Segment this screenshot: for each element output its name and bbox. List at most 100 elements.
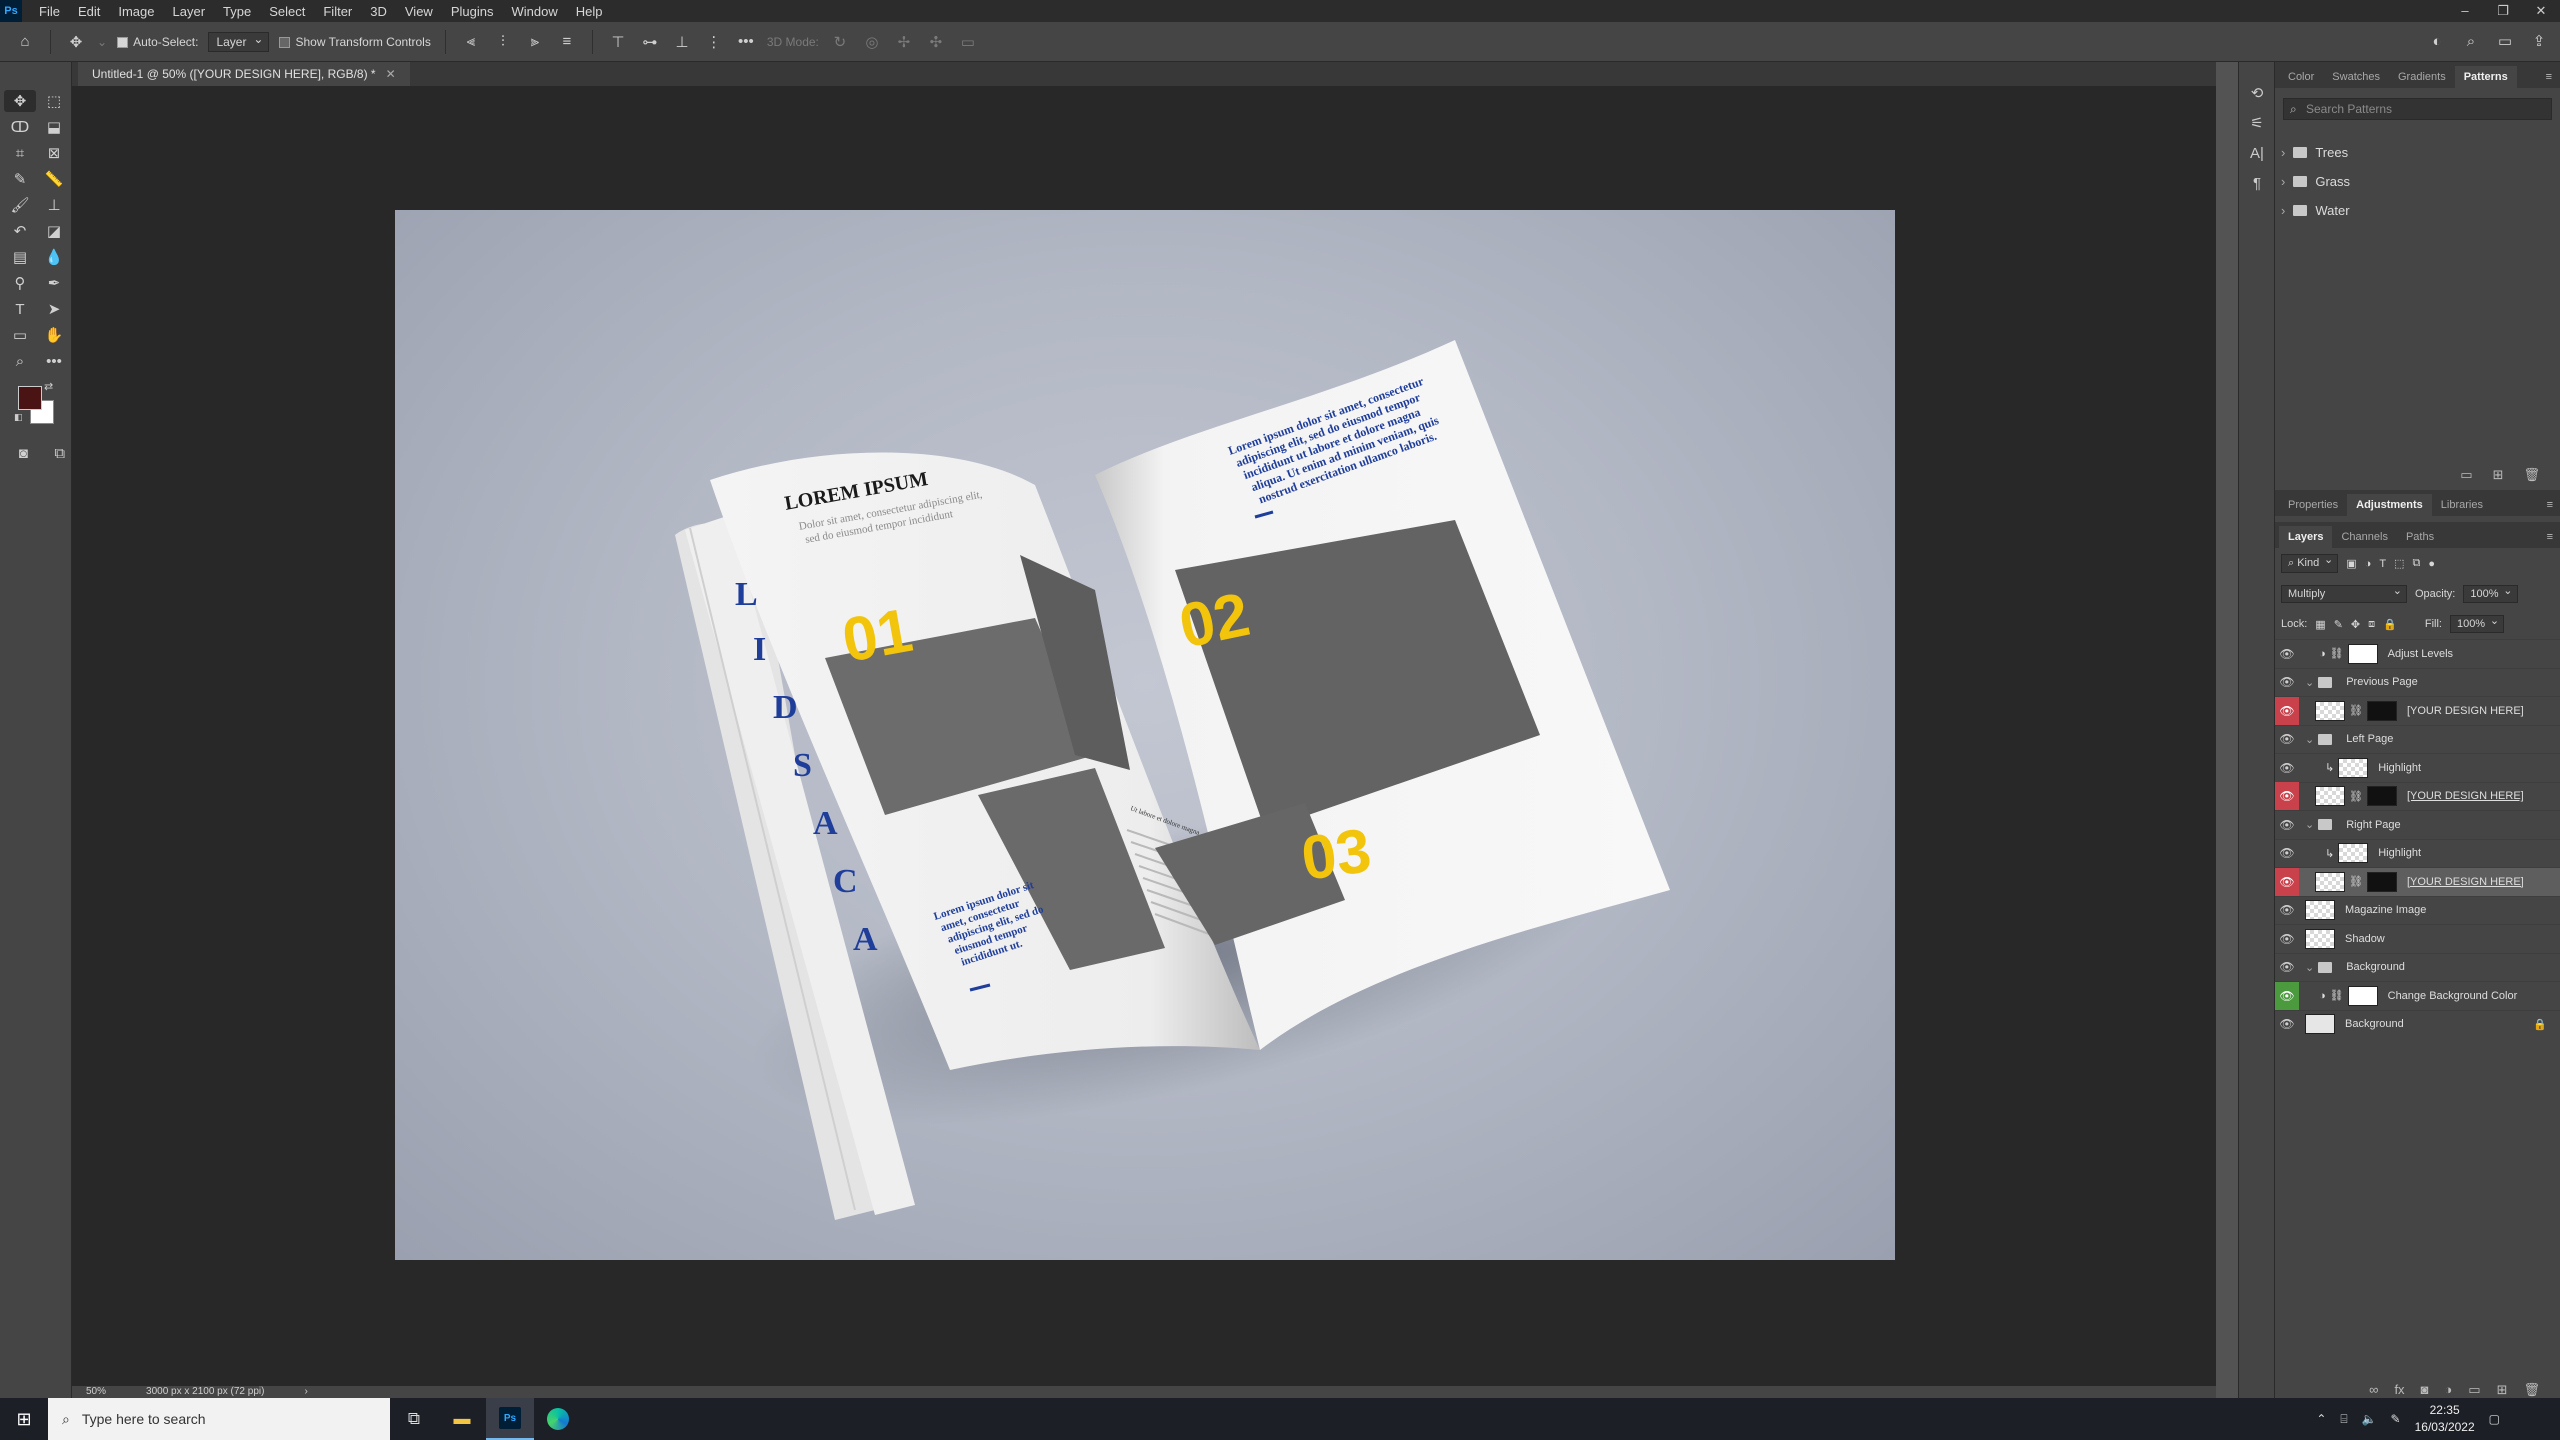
lock-position-icon[interactable]: ✥	[2351, 618, 2360, 631]
tab-channels[interactable]: Channels	[2332, 526, 2396, 548]
distribute-icon[interactable]: ≡	[556, 31, 578, 53]
align-center-icon[interactable]: ⫶	[492, 31, 514, 53]
layer-thumbnail[interactable]	[2305, 1014, 2335, 1035]
pattern-folder[interactable]: › Trees	[2281, 138, 2560, 167]
photoshop-taskbar-icon[interactable]: Ps	[486, 1398, 534, 1440]
visibility-eye-icon[interactable]: 👁	[2275, 640, 2299, 668]
layer-mask-thumbnail[interactable]	[2366, 871, 2397, 892]
history-brush-tool-icon[interactable]: ↶	[4, 220, 36, 242]
marquee-tool-icon[interactable]: ⬚	[38, 90, 70, 112]
distribute-vertical-icon[interactable]: ⋮	[703, 31, 725, 53]
notifications-icon[interactable]: ▢	[2489, 1412, 2500, 1426]
smart-object-thumbnail[interactable]	[2315, 700, 2345, 721]
panel-menu-icon[interactable]: ≡	[2547, 526, 2560, 548]
fill-input[interactable]: 100%	[2449, 614, 2505, 633]
align-middle-icon[interactable]: ⊶	[639, 31, 661, 53]
chevron-down-icon[interactable]: ⌄	[2305, 961, 2314, 974]
close-tab-icon[interactable]: ✕	[386, 67, 396, 81]
layer-thumbnail[interactable]	[2305, 900, 2335, 921]
canvas-workspace[interactable]: LOREM IPSUM Dolor sit amet, consectetur …	[72, 86, 2216, 1386]
ruler-tool-icon[interactable]: 📏	[38, 168, 70, 190]
filter-adjust-icon[interactable]: ◑	[2365, 558, 2372, 570]
panel-menu-icon[interactable]: ≡	[2546, 66, 2560, 88]
volume-icon[interactable]: 🔈	[2362, 1412, 2377, 1426]
auto-select-checkbox[interactable]: Auto-Select:	[117, 35, 198, 49]
hand-tool-icon[interactable]: ✋	[38, 324, 70, 346]
menu-plugins[interactable]: Plugins	[442, 4, 503, 19]
menu-3d[interactable]: 3D	[361, 4, 396, 19]
delete-pattern-icon[interactable]: 🗑	[2523, 467, 2540, 483]
tab-properties[interactable]: Properties	[2279, 494, 2347, 516]
align-left-icon[interactable]: ⫷	[460, 31, 482, 53]
pattern-folder[interactable]: › Water	[2281, 196, 2560, 225]
move-tool-icon[interactable]: ✥	[4, 90, 36, 112]
layer-row[interactable]: 👁 ⌄ Right Page	[2275, 810, 2560, 839]
home-icon[interactable]: ⌂	[14, 31, 36, 53]
tab-swatches[interactable]: Swatches	[2323, 66, 2389, 88]
3d-roll-icon[interactable]: ◎	[861, 31, 883, 53]
dodge-tool-icon[interactable]: ⚲	[4, 272, 36, 294]
filter-type-icon[interactable]: T	[2379, 558, 2386, 570]
path-select-tool-icon[interactable]: ➤	[38, 298, 70, 320]
3d-orbit-icon[interactable]: ↻	[829, 31, 851, 53]
share-icon[interactable]: ⇪	[2528, 30, 2550, 52]
new-adjustment-icon[interactable]: ◑	[2444, 1382, 2452, 1398]
status-chevron-icon[interactable]: ›	[304, 1386, 307, 1398]
visibility-eye-icon[interactable]: 👁	[2275, 953, 2299, 981]
visibility-eye-icon[interactable]: 👁	[2275, 896, 2299, 924]
layer-row[interactable]: 👁 ⌄ Background	[2275, 952, 2560, 982]
lock-all-icon[interactable]: 🔒	[2383, 618, 2397, 631]
layer-row[interactable]: 👁 ⌄ Left Page	[2275, 724, 2560, 754]
zoom-level[interactable]: 50%	[86, 1386, 106, 1398]
new-group-icon[interactable]: ▭	[2460, 467, 2472, 483]
layer-row[interactable]: 👁 ⌄ Previous Page	[2275, 667, 2560, 697]
chevron-right-icon[interactable]: ›	[2281, 174, 2285, 189]
align-bottom-icon[interactable]: ⊥	[671, 31, 693, 53]
layer-mask-thumbnail[interactable]	[2347, 985, 2378, 1006]
menu-window[interactable]: Window	[502, 4, 566, 19]
lock-transparent-icon[interactable]: ▦	[2315, 618, 2325, 631]
chevron-down-icon[interactable]: ⌄	[2305, 733, 2314, 746]
visibility-eye-icon[interactable]: 👁	[2275, 668, 2299, 696]
visibility-eye-icon[interactable]: 👁	[2275, 754, 2299, 782]
layer-row[interactable]: 👁 ↳ Highlight	[2275, 753, 2560, 782]
layer-row[interactable]: 👁 ⛓ [YOUR DESIGN HERE]	[2275, 781, 2560, 811]
chevron-down-icon[interactable]: ⌄	[2305, 818, 2314, 831]
document-canvas[interactable]: LOREM IPSUM Dolor sit amet, consectetur …	[395, 210, 1895, 1260]
delete-layer-icon[interactable]: 🗑	[2523, 1382, 2540, 1398]
link-layers-icon[interactable]: ∞	[2369, 1382, 2378, 1398]
brush-tool-icon[interactable]: 🖌	[4, 194, 36, 216]
eyedropper-tool-icon[interactable]: ✎	[4, 168, 36, 190]
move-tool-icon[interactable]: ✥	[65, 31, 87, 53]
layer-row[interactable]: 👁 ◑ ⛓ Adjust Levels	[2275, 639, 2560, 668]
visibility-eye-icon[interactable]: 👁	[2275, 981, 2299, 1010]
crop-tool-icon[interactable]: ⌗	[4, 142, 36, 164]
stamp-tool-icon[interactable]: ⊥	[38, 194, 70, 216]
rectangle-tool-icon[interactable]: ▭	[4, 324, 36, 346]
blend-mode-dropdown[interactable]: Multiply	[2281, 584, 2407, 603]
paragraph-panel-icon[interactable]: ¶	[2239, 168, 2275, 198]
menu-help[interactable]: Help	[567, 4, 612, 19]
tab-patterns[interactable]: Patterns	[2454, 66, 2517, 88]
menu-edit[interactable]: Edit	[69, 4, 109, 19]
menu-filter[interactable]: Filter	[314, 4, 361, 19]
show-transform-checkbox[interactable]: Show Transform Controls	[279, 35, 431, 49]
layer-thumbnail[interactable]	[2338, 843, 2369, 864]
lasso-tool-icon[interactable]: ↀ	[4, 116, 36, 138]
visibility-eye-icon[interactable]: 👁	[2275, 725, 2299, 753]
default-colors-icon[interactable]: ◧	[14, 412, 23, 423]
panel-menu-icon[interactable]: ≡	[2547, 494, 2560, 516]
chevron-right-icon[interactable]: ›	[2281, 203, 2285, 218]
taskbar-search[interactable]: ⌕ Type here to search	[48, 1398, 390, 1440]
smart-object-thumbnail[interactable]	[2315, 786, 2345, 807]
adjustments-panel-icon[interactable]: ⚟	[2239, 108, 2275, 138]
layer-row[interactable]: 👁 ↳ Highlight	[2275, 838, 2560, 868]
task-view-icon[interactable]: ⧉	[390, 1398, 438, 1440]
new-layer-icon[interactable]: ⊞	[2497, 1382, 2508, 1398]
gradient-tool-icon[interactable]: ▤	[4, 246, 36, 268]
document-tab[interactable]: Untitled-1 @ 50% ([YOUR DESIGN HERE], RG…	[78, 62, 410, 86]
edit-toolbar-icon[interactable]: •••	[38, 350, 70, 372]
tab-libraries[interactable]: Libraries	[2432, 494, 2492, 516]
3d-pan-icon[interactable]: ✢	[893, 31, 915, 53]
foreground-color-swatch[interactable]	[18, 386, 42, 410]
